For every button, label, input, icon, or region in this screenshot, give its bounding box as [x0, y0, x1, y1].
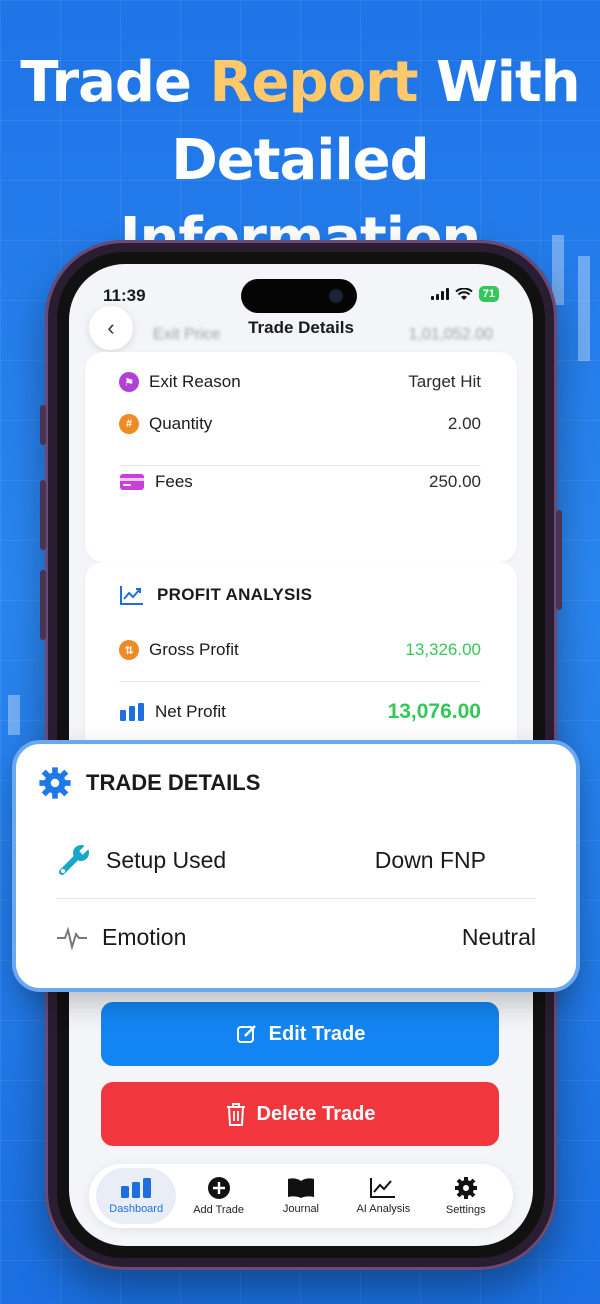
setup-used-row: Setup Used Down FNP	[56, 842, 536, 878]
overlay-title: TRADE DETAILS	[38, 766, 260, 800]
up-down-arrows-icon: ⇅	[119, 640, 139, 660]
flag-icon: ⚑	[119, 372, 139, 392]
plus-circle-icon	[207, 1177, 230, 1199]
side-button	[556, 510, 562, 610]
tab-settings[interactable]: Settings	[426, 1168, 506, 1224]
wrench-icon	[59, 843, 91, 875]
card-icon	[120, 474, 144, 490]
background-candle	[8, 695, 20, 735]
divider	[56, 898, 536, 899]
edit-icon	[236, 1025, 256, 1043]
battery-icon: 71	[478, 286, 499, 302]
bottom-tab-bar: Dashboard Add Trade Journal AI Analysis …	[89, 1164, 513, 1228]
fees-row: Fees 250.00	[119, 472, 481, 492]
gear-icon	[39, 767, 71, 799]
edit-trade-button[interactable]: Edit Trade	[101, 1002, 499, 1066]
camera-icon	[329, 289, 343, 303]
wifi-icon	[455, 287, 473, 300]
side-button	[40, 480, 46, 550]
gear-icon	[454, 1177, 477, 1199]
dynamic-island	[241, 279, 357, 313]
side-button	[40, 570, 46, 640]
tab-journal[interactable]: Journal	[261, 1168, 341, 1224]
headline-line-1: Trade Report With	[20, 50, 580, 115]
trade-details-overlay-card: TRADE DETAILS Setup Used Down FNP Emotio…	[12, 740, 580, 992]
hash-icon: #	[119, 414, 139, 434]
divider	[119, 681, 481, 682]
pulse-icon	[57, 926, 87, 950]
emotion-row: Emotion Neutral	[56, 924, 536, 951]
divider	[119, 465, 481, 466]
book-icon	[287, 1178, 314, 1198]
profit-analysis-card: PROFIT ANALYSIS ⇅ Gross Profit 13,326.00 …	[85, 562, 517, 762]
net-profit-row: Net Profit 13,076.00	[119, 700, 481, 724]
exit-reason-row: ⚑ Exit Reason Target Hit	[119, 372, 481, 392]
trend-chart-icon	[120, 586, 143, 605]
tab-dashboard[interactable]: Dashboard	[96, 1168, 177, 1224]
status-icons: 71	[430, 286, 499, 302]
bar-chart-icon	[120, 703, 144, 721]
trash-icon	[226, 1103, 245, 1126]
status-time: 11:39	[103, 286, 146, 305]
signal-icon	[430, 288, 449, 300]
page-title: Trade Details	[248, 318, 354, 337]
tab-ai-analysis[interactable]: AI Analysis	[343, 1168, 423, 1224]
gross-profit-row: ⇅ Gross Profit 13,326.00	[119, 640, 481, 660]
trade-info-card: ⚑ Exit Reason Target Hit # Quantity 2.00 F…	[85, 352, 517, 562]
side-button	[40, 405, 46, 445]
bar-chart-icon	[121, 1178, 152, 1198]
delete-trade-button[interactable]: Delete Trade	[101, 1082, 499, 1146]
tab-add-trade[interactable]: Add Trade	[179, 1168, 259, 1224]
trend-chart-icon	[370, 1178, 396, 1198]
section-title: PROFIT ANALYSIS	[119, 584, 312, 606]
quantity-row: # Quantity 2.00	[119, 414, 481, 434]
